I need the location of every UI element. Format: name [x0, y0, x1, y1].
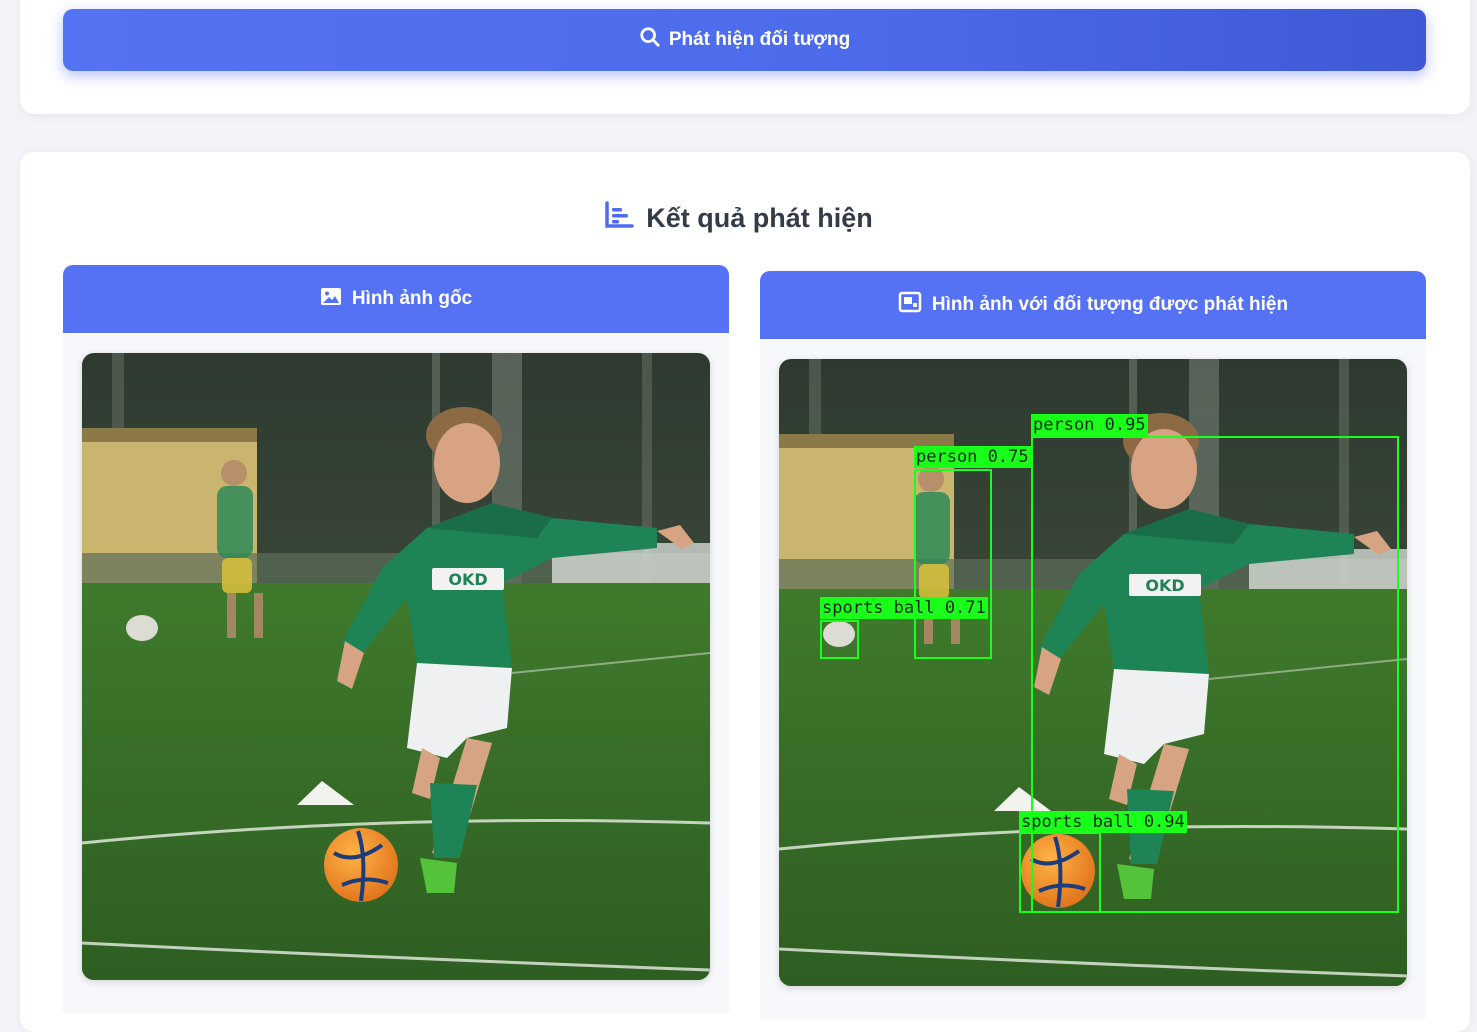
detection-label: sports ball 0.71 [820, 597, 988, 619]
detection-box-person-2 [914, 469, 992, 659]
detect-objects-button[interactable]: Phát hiện đối tượng [63, 9, 1426, 71]
original-image [82, 353, 710, 980]
image-icon [320, 287, 342, 312]
chart-bars-icon [604, 200, 634, 236]
results-title-text: Kết quả phát hiện [646, 202, 873, 233]
detected-image-header: Hình ảnh với đối tượng được phát hiện [760, 271, 1426, 339]
results-title: Kết quả phát hiện [0, 196, 1477, 240]
detection-box-ball-1 [820, 620, 859, 659]
detect-objects-label: Phát hiện đối tượng [668, 29, 851, 50]
detected-image: person 0.95 person 0.75 sports ball 0.71… [779, 359, 1407, 986]
detection-box-ball-2 [1019, 832, 1101, 913]
detection-label: sports ball 0.94 [1019, 811, 1187, 833]
search-icon [639, 26, 661, 54]
detection-label: person 0.95 [1031, 414, 1148, 436]
object-frame-icon [898, 291, 922, 319]
detected-image-header-text: Hình ảnh với đối tượng được phát hiện [931, 294, 1289, 315]
original-image-header: Hình ảnh gốc [63, 265, 729, 333]
original-image-header-text: Hình ảnh gốc [351, 288, 473, 309]
detection-label: person 0.75 [914, 446, 1031, 468]
